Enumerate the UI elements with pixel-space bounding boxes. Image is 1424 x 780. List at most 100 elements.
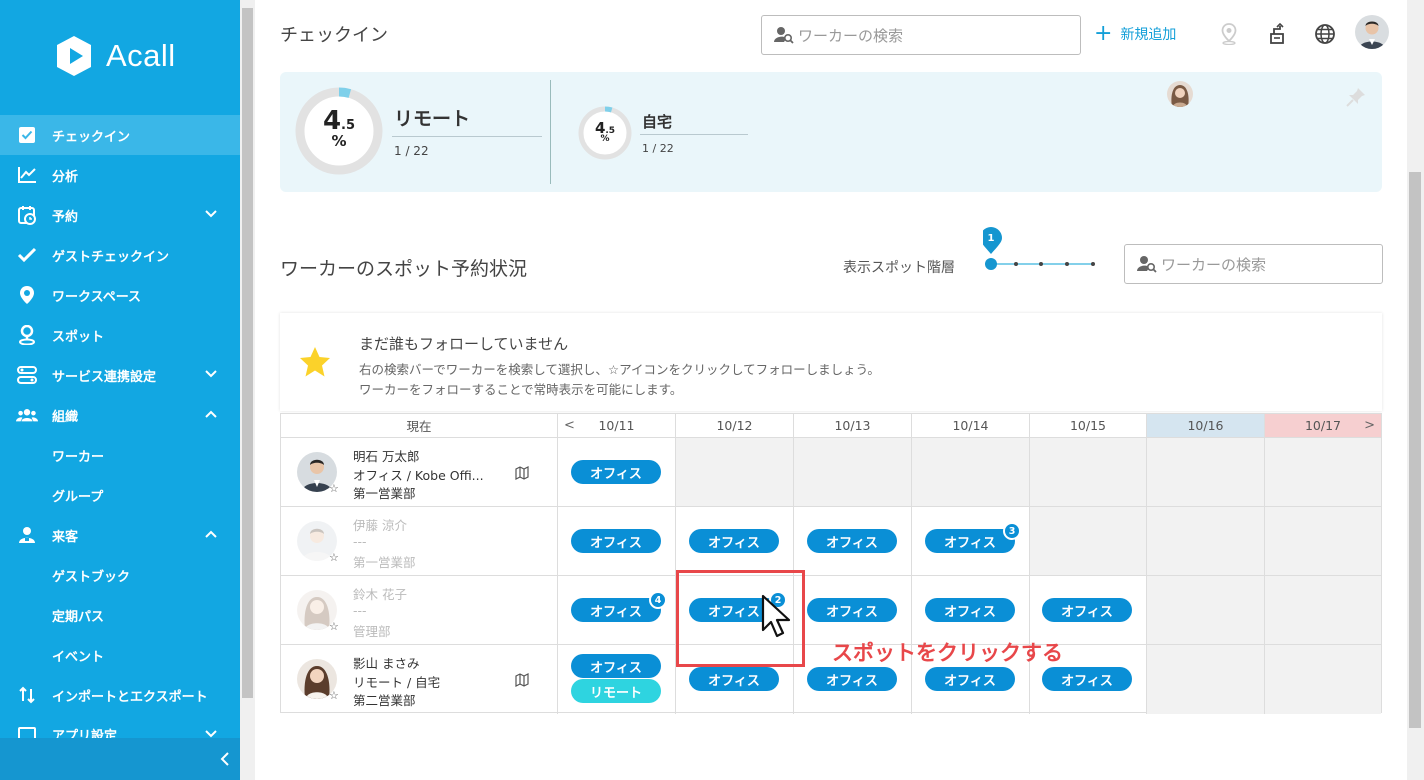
count-badge: 3 xyxy=(1003,522,1021,540)
follow-star-icon[interactable]: ☆ xyxy=(329,620,339,633)
table-row: ☆ 伊藤 涼介 --- 第一営業部 xyxy=(281,507,557,575)
section-worker-search-input[interactable]: ワーカーの検索 xyxy=(1124,244,1383,284)
home-divider xyxy=(640,134,748,135)
table-row: ☆ 影山 まさみ リモート / 自宅 第二営業部 xyxy=(281,645,557,713)
sidebar-item-service-integration[interactable]: サービス連携設定 xyxy=(0,355,240,395)
map-icon[interactable] xyxy=(515,673,529,687)
spot-remote-button[interactable]: リモート xyxy=(571,679,661,703)
notice-line: 右の検索バーでワーカーを検索して選択し、☆アイコンをクリックしてフォローしましょ… xyxy=(359,362,880,377)
mouse-cursor-icon xyxy=(761,594,791,638)
follow-star-icon[interactable]: ☆ xyxy=(329,551,339,564)
sidebar-item-label: 組織 xyxy=(52,409,79,425)
sidebar-item-spot[interactable]: スポット xyxy=(0,315,240,355)
sidebar-item-label: イベント xyxy=(52,649,105,665)
follow-star-icon[interactable]: ☆ xyxy=(329,689,339,702)
sidebar-item-reservation[interactable]: 予約 xyxy=(0,195,240,235)
worker-search-input[interactable]: ワーカーの検索 xyxy=(761,15,1081,55)
sidebar-item-app-settings[interactable]: アプリ設定 xyxy=(0,715,240,738)
sidebar-item-analytics[interactable]: 分析 xyxy=(0,155,240,195)
worker-name: 鈴木 花子 xyxy=(353,587,407,602)
spot-office-button[interactable]: オフィス xyxy=(571,598,661,622)
sidebar-item-pass[interactable]: 定期パス xyxy=(0,595,240,635)
home-count: 1 / 22 xyxy=(642,142,674,155)
grid-line xyxy=(1146,438,1147,714)
home-percentage: 4.5% xyxy=(594,119,616,144)
worker-location: --- xyxy=(353,603,367,618)
remote-count: 1 / 22 xyxy=(394,144,429,158)
sidebar-item-label: ゲストブック xyxy=(52,569,131,585)
sidebar-item-group[interactable]: グループ xyxy=(0,475,240,515)
sidebar-item-import-export[interactable]: インポートとエクスポート xyxy=(0,675,240,715)
sidebar-scrollbar-thumb[interactable] xyxy=(242,8,253,698)
spot-office-button[interactable]: オフィス xyxy=(689,529,779,553)
sidebar-item-label: ワークスペース xyxy=(52,289,142,305)
chevron-down-icon xyxy=(205,730,217,738)
sidebar-item-workspace[interactable]: ワークスペース xyxy=(0,275,240,315)
location-pin-icon[interactable] xyxy=(1217,22,1241,46)
spot-office-button[interactable]: オフィス xyxy=(1042,667,1132,691)
worker-name: 伊藤 涼介 xyxy=(353,518,407,533)
spot-office-button[interactable]: オフィス xyxy=(925,667,1015,691)
sidebar: Acall チェックイン 分析 予約 ゲストチェックイン ワークスペース スポッ… xyxy=(0,0,240,780)
spot-office-button[interactable]: オフィス xyxy=(571,654,661,678)
sidebar-item-organization[interactable]: 組織 xyxy=(0,395,240,435)
sidebar-item-checkin[interactable]: チェックイン xyxy=(0,115,240,155)
worker-name: 明石 万太郎 xyxy=(353,449,420,464)
sidebar-item-label: グループ xyxy=(52,489,104,505)
worker-department: 管理部 xyxy=(353,624,391,639)
hierarchy-slider[interactable]: 1 xyxy=(983,226,1103,276)
date-header: 10/15 xyxy=(1030,414,1147,438)
spot-office-button[interactable]: オフィス xyxy=(689,667,779,691)
group-icon xyxy=(16,404,38,426)
sidebar-item-guest-checkin[interactable]: ゲストチェックイン xyxy=(0,235,240,275)
globe-icon[interactable] xyxy=(1313,22,1337,46)
checkbox-icon xyxy=(16,124,38,146)
sidebar-item-guestbook[interactable]: ゲストブック xyxy=(0,555,240,595)
worker-name: 影山 まさみ xyxy=(353,656,420,671)
chevron-up-icon xyxy=(205,410,217,418)
spot-office-button[interactable]: オフィス xyxy=(571,460,661,484)
checkin-device-icon[interactable] xyxy=(1265,22,1289,46)
spot-office-button[interactable]: オフィス xyxy=(807,598,897,622)
grid-line xyxy=(557,438,558,714)
sidebar-item-label: 予約 xyxy=(52,209,79,225)
stats-divider xyxy=(550,80,551,184)
sidebar-item-worker[interactable]: ワーカー xyxy=(0,435,240,475)
hierarchy-level: 1 xyxy=(988,233,995,244)
follow-star-icon[interactable]: ☆ xyxy=(329,482,339,495)
acall-logo-icon xyxy=(57,36,91,76)
spot-office-button[interactable]: オフィス xyxy=(571,529,661,553)
logo-text: Acall xyxy=(106,38,176,73)
page-title: チェックイン xyxy=(280,25,388,46)
spot-office-button[interactable]: オフィス xyxy=(807,529,897,553)
new-add-button[interactable]: + 新規追加 xyxy=(1094,23,1176,45)
sidebar-collapse-button[interactable] xyxy=(0,738,240,780)
check-icon xyxy=(16,244,38,266)
spot-office-button[interactable]: オフィス xyxy=(807,667,897,691)
acall-logo[interactable]: Acall xyxy=(52,34,176,78)
main-scrollbar-thumb[interactable] xyxy=(1409,172,1421,728)
remote-percentage: 4.5% xyxy=(322,106,356,150)
date-header-saturday: 10/16 xyxy=(1147,414,1265,438)
pin-icon[interactable] xyxy=(1345,86,1367,108)
notice-title: まだ誰もフォローしていません xyxy=(359,335,569,353)
date-header: 10/12 xyxy=(676,414,794,438)
import-export-icon xyxy=(16,684,38,706)
sidebar-item-event[interactable]: イベント xyxy=(0,635,240,675)
app-settings-icon xyxy=(16,725,38,738)
remote-divider xyxy=(392,136,542,137)
spot-office-button[interactable]: オフィス xyxy=(925,529,1015,553)
spot-office-button[interactable]: オフィス xyxy=(1042,598,1132,622)
worker-avatar[interactable] xyxy=(1167,81,1193,107)
table-row: ☆ 明石 万太郎 オフィス / Kobe Offi... 第一営業部 xyxy=(281,438,557,506)
sidebar-item-visitor[interactable]: 来客 xyxy=(0,515,240,555)
next-dates-button[interactable]: > xyxy=(1364,418,1375,433)
grid-line xyxy=(1029,438,1030,714)
grid-line xyxy=(1264,438,1265,714)
sidebar-item-label: スポット xyxy=(52,329,105,345)
user-avatar[interactable] xyxy=(1355,15,1389,49)
chevron-left-icon xyxy=(220,752,229,766)
spot-office-button[interactable]: オフィス xyxy=(925,598,1015,622)
map-icon[interactable] xyxy=(515,466,529,480)
prev-dates-button[interactable]: < xyxy=(564,418,575,433)
